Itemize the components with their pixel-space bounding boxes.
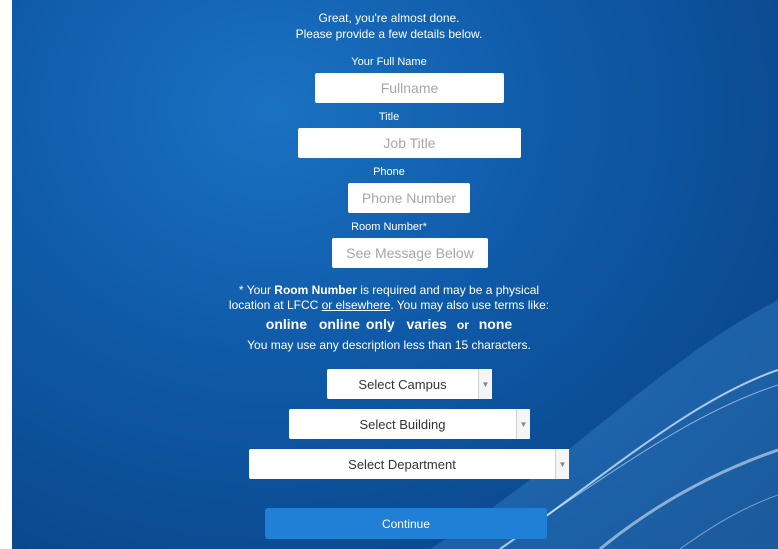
continue-button[interactable]: Continue: [265, 508, 547, 539]
room-number-note: * Your Room Number is required and may b…: [0, 283, 778, 313]
chevron-down-icon: ▼: [555, 449, 569, 479]
room-number-label: Room Number*: [351, 221, 427, 233]
or-elsewhere-link[interactable]: or elsewhere: [322, 298, 391, 312]
term-or: or: [456, 318, 469, 332]
phone-input[interactable]: [348, 183, 470, 213]
chevron-down-icon: ▼: [516, 409, 530, 439]
room-number-input[interactable]: [332, 238, 488, 268]
campus-select-value: Select Campus: [358, 376, 447, 392]
term-varies: varies: [406, 316, 447, 332]
title-label: Title: [378, 111, 400, 123]
phone-label: Phone: [373, 166, 405, 178]
department-select-value: Select Department: [348, 456, 456, 472]
term-online: online: [265, 316, 308, 332]
allowed-terms: online online only varies or none: [0, 316, 778, 332]
fullname-input[interactable]: [315, 73, 504, 103]
intro-line-1: Great, you're almost done.: [318, 11, 460, 25]
note-bold: Room Number: [274, 283, 357, 297]
length-note: You may use any description less than 15…: [247, 338, 531, 352]
building-select-value: Select Building: [359, 416, 446, 432]
term-online-only: online only: [318, 316, 395, 332]
note-text-4: . You may also use terms like:: [390, 298, 550, 312]
campus-select[interactable]: Select Campus ▼: [327, 369, 492, 399]
term-none: none: [478, 316, 513, 332]
intro-text: Great, you're almost done. Please provid…: [0, 10, 778, 42]
job-title-input[interactable]: [298, 128, 521, 158]
fullname-label: Your Full Name: [351, 56, 427, 68]
building-select[interactable]: Select Building ▼: [289, 409, 530, 439]
note-text-1: * Your: [238, 283, 275, 297]
department-select[interactable]: Select Department ▼: [249, 449, 569, 479]
intro-line-2: Please provide a few details below.: [295, 27, 483, 41]
note-text-3: location at LFCC: [228, 298, 322, 312]
note-text-2: is required and may be a physical: [356, 283, 540, 297]
chevron-down-icon: ▼: [478, 369, 492, 399]
